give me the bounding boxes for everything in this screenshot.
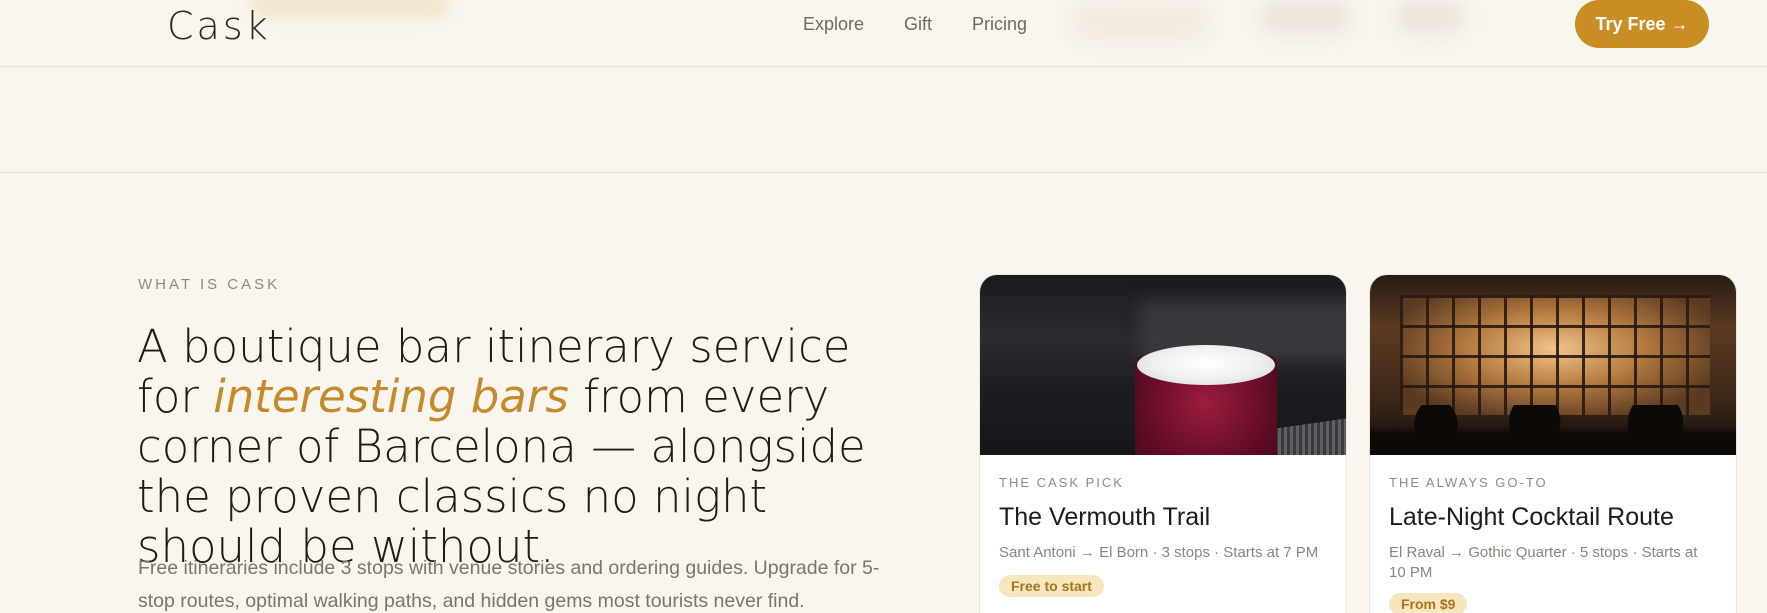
site-header: Cask Explore Gift Pricing Try Free → bbox=[0, 0, 1767, 67]
blurred-decoration bbox=[250, 0, 450, 20]
card-meta: Sant Antoni → El Born · 3 stops · Starts… bbox=[999, 544, 1319, 561]
blurred-decoration bbox=[1070, 2, 1210, 42]
section-divider bbox=[0, 172, 1767, 173]
card-eyebrow: THE CASK PICK bbox=[999, 475, 1124, 490]
blurred-decoration bbox=[1395, 0, 1465, 34]
headline-emphasis: interesting bars bbox=[213, 370, 569, 423]
price-badge: Free to start bbox=[999, 575, 1104, 597]
logo[interactable]: Cask bbox=[167, 4, 271, 48]
section-headline: A boutique bar itinerary service for int… bbox=[137, 322, 877, 572]
page: Cask Explore Gift Pricing Try Free → WHA… bbox=[0, 0, 1767, 613]
price-badge: From $9 bbox=[1389, 593, 1468, 613]
card-title[interactable]: Late-Night Cocktail Route bbox=[1389, 502, 1717, 532]
foam-shape bbox=[1137, 345, 1275, 385]
card-image-cocktail bbox=[980, 275, 1346, 455]
nav-item-gift[interactable]: Gift bbox=[904, 14, 932, 34]
itinerary-card-vermouth-trail[interactable]: THE CASK PICK The Vermouth Trail Sant An… bbox=[979, 274, 1347, 613]
nav-item-pricing[interactable]: Pricing bbox=[972, 14, 1027, 34]
card-eyebrow: THE ALWAYS GO-TO bbox=[1389, 475, 1548, 490]
card-meta: El Raval → Gothic Quarter · 5 stops · St… bbox=[1389, 544, 1698, 581]
nav-item-explore[interactable]: Explore bbox=[803, 14, 864, 34]
itinerary-card-late-night-cocktail-route[interactable]: THE ALWAYS GO-TO Late-Night Cocktail Rou… bbox=[1369, 274, 1737, 613]
main-nav: Explore Gift Pricing bbox=[803, 14, 1027, 34]
section-eyebrow: WHAT IS CASK bbox=[138, 276, 281, 293]
section-description: Free itineraries include 3 stops with ve… bbox=[138, 557, 880, 612]
try-free-button[interactable]: Try Free → bbox=[1575, 0, 1709, 48]
card-body: THE ALWAYS GO-TO Late-Night Cocktail Rou… bbox=[1370, 455, 1736, 613]
card-image-bar-interior bbox=[1370, 275, 1736, 455]
blurred-decoration bbox=[1260, 0, 1350, 34]
card-body: THE CASK PICK The Vermouth Trail Sant An… bbox=[980, 455, 1346, 597]
card-title[interactable]: The Vermouth Trail bbox=[999, 502, 1327, 532]
